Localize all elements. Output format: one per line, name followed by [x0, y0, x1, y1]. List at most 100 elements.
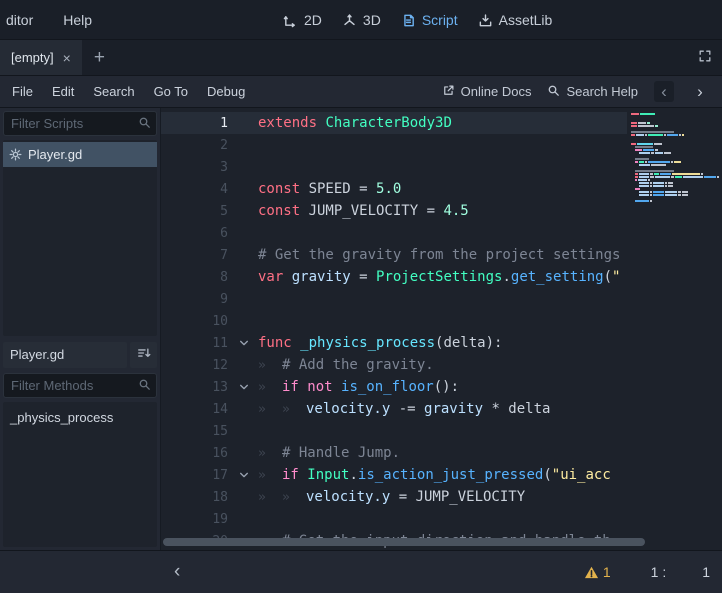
minimap-segment — [647, 122, 650, 124]
token-fn: is_action_just_pressed — [358, 467, 543, 483]
horizontal-scrollbar[interactable] — [163, 538, 645, 546]
code-line[interactable]: 3 — [161, 156, 627, 178]
code-line[interactable]: 10 — [161, 310, 627, 332]
minimap[interactable] — [631, 113, 719, 203]
history-forward-button[interactable]: › — [690, 81, 710, 102]
scripts-list: Player.gd — [3, 140, 157, 336]
menu-file[interactable]: File — [12, 84, 33, 99]
script-tab[interactable]: [empty]× — [0, 40, 82, 75]
code-line-text: func _physics_process(delta): — [255, 335, 502, 351]
window-menu-bar: ditor Help — [6, 12, 92, 28]
toggle-scripts-panel-button[interactable]: ‹ — [168, 561, 186, 583]
minimap-segment — [650, 194, 652, 196]
method-list-item[interactable]: _physics_process — [3, 405, 157, 429]
script-tabs: [empty]× — [0, 40, 82, 75]
history-back-button[interactable]: ‹ — [654, 81, 674, 102]
fold-icon[interactable] — [233, 469, 255, 481]
menu-ditor[interactable]: ditor — [6, 12, 33, 28]
godot-editor-window: ditorHelp 2D3DScriptAssetLib [empty]× + … — [0, 0, 722, 593]
sort-methods-button[interactable] — [130, 342, 157, 368]
minimap-segment — [665, 191, 677, 193]
code-line[interactable]: 15 — [161, 420, 627, 442]
mode-button-assetlib[interactable]: AssetLib — [478, 12, 553, 28]
minimap-segment — [650, 182, 652, 184]
minimap-row — [631, 128, 719, 130]
code-line[interactable]: 14»»velocity.y -= gravity * delta — [161, 398, 627, 420]
fold-icon[interactable] — [233, 337, 255, 349]
code-line[interactable]: 13»if not is_on_floor(): — [161, 376, 627, 398]
menu-help[interactable]: Help — [63, 12, 92, 28]
token-ctrl: if not — [282, 379, 341, 395]
minimap-row — [631, 143, 719, 145]
minimap-segment — [631, 122, 637, 124]
minimap-segment — [655, 125, 658, 127]
code-line[interactable]: 11func _physics_process(delta): — [161, 332, 627, 354]
minimap-segment — [631, 113, 639, 115]
token-txt: (delta): — [435, 335, 502, 351]
minimap-segment — [682, 194, 688, 196]
axis2d-icon — [283, 13, 298, 28]
code-line[interactable]: 7# Get the gravity from the project sett… — [161, 244, 627, 266]
code-line[interactable]: 4const SPEED = 5.0 — [161, 178, 627, 200]
line-number: 8 — [161, 270, 233, 285]
code-line[interactable]: 12»# Add the gravity. — [161, 354, 627, 376]
minimap-segment — [650, 200, 652, 202]
code-line[interactable]: 9 — [161, 288, 627, 310]
line-number: 7 — [161, 248, 233, 263]
sort-icon — [137, 346, 151, 363]
new-script-button[interactable]: + — [82, 40, 117, 75]
menu-go-to[interactable]: Go To — [154, 84, 188, 99]
online-docs-button[interactable]: Online Docs — [442, 84, 532, 100]
mode-button-script[interactable]: Script — [401, 12, 458, 28]
main-area: Player.gd Player.gd _physics_process 1ex… — [0, 108, 722, 550]
code-line[interactable]: 5const JUMP_VELOCITY = 4.5 — [161, 200, 627, 222]
methods-list: _physics_process — [3, 402, 157, 547]
scripts-sidebar: Player.gd Player.gd _physics_process — [0, 108, 160, 550]
code-line[interactable]: 19 — [161, 508, 627, 530]
search-help-button[interactable]: Search Help — [547, 84, 638, 100]
line-number: 19 — [161, 512, 233, 527]
minimap-segment — [672, 173, 700, 175]
minimap-row — [631, 113, 719, 115]
minimap-row — [631, 125, 719, 127]
mode-label: AssetLib — [499, 12, 553, 28]
code-line[interactable]: 18»»velocity.y = JUMP_VELOCITY — [161, 486, 627, 508]
code-line-text: const SPEED = 5.0 — [255, 181, 401, 197]
close-icon[interactable]: × — [63, 50, 71, 66]
status-right: 1 1 : 1 — [584, 564, 712, 580]
line-indicator[interactable]: 1 : — [651, 564, 667, 580]
minimap-row — [631, 149, 719, 151]
token-txt: = JUMP_VELOCITY — [399, 489, 525, 505]
fold-icon[interactable] — [233, 381, 255, 393]
status-bar: ‹ 1 1 : 1 — [0, 550, 722, 593]
distraction-free-button[interactable] — [688, 40, 722, 75]
minimap-segment — [655, 176, 670, 178]
script-list-item[interactable]: Player.gd — [3, 142, 157, 167]
warnings-indicator[interactable]: 1 — [584, 564, 611, 580]
minimap-segment — [682, 134, 684, 136]
code-line-text: var gravity = ProjectSettings.get_settin… — [255, 269, 620, 285]
menu-debug[interactable]: Debug — [207, 84, 245, 99]
code-line[interactable]: 16»# Handle Jump. — [161, 442, 627, 464]
mode-button-3d[interactable]: 3D — [342, 12, 381, 28]
warning-count: 1 — [603, 564, 611, 580]
code-line-text: »if not is_on_floor(): — [255, 379, 459, 395]
indent-marker-icon: » — [258, 402, 282, 417]
code-line[interactable]: 1extends CharacterBody3D — [161, 112, 627, 134]
minimap-segment — [655, 152, 663, 154]
minimap-segment — [667, 134, 678, 136]
code-line[interactable]: 6 — [161, 222, 627, 244]
mode-button-2d[interactable]: 2D — [283, 12, 322, 28]
filter-scripts-input[interactable] — [3, 111, 157, 136]
column-number-value[interactable]: 1 — [702, 564, 710, 580]
token-txt: SPEED = — [309, 181, 376, 197]
code-line[interactable]: 2 — [161, 134, 627, 156]
indent-marker-icon: » — [282, 490, 306, 505]
code-line[interactable]: 8 var gravity = ProjectSettings.get_setti… — [161, 266, 627, 288]
token-str: " — [612, 269, 620, 285]
filter-methods-input[interactable] — [3, 373, 157, 398]
menu-search[interactable]: Search — [93, 84, 134, 99]
code-line[interactable]: 17»if Input.is_action_just_pressed("ui_a… — [161, 464, 627, 486]
code-editor[interactable]: 1extends CharacterBody3D234const SPEED =… — [160, 108, 722, 550]
menu-edit[interactable]: Edit — [52, 84, 74, 99]
